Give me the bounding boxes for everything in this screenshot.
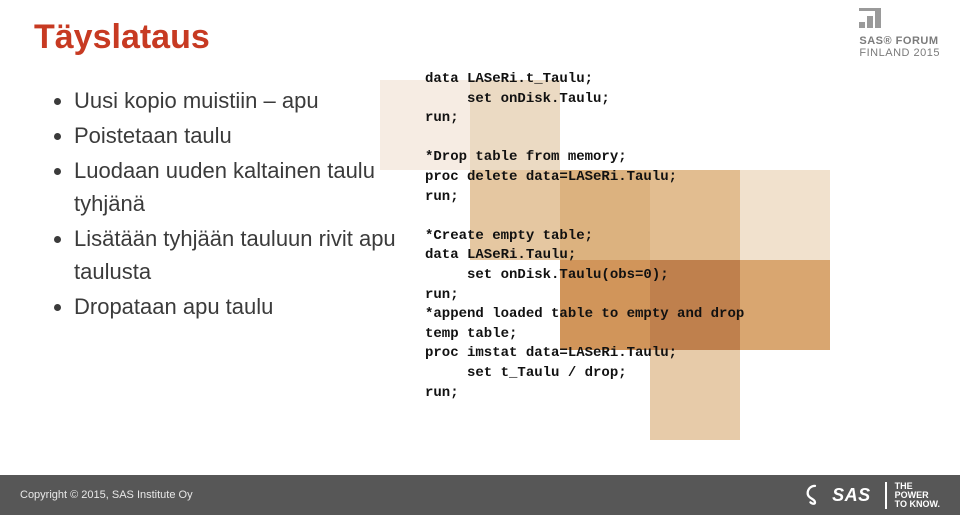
forum-line2: FINLAND 2015 bbox=[859, 47, 940, 59]
bullet-item: Poistetaan taulu bbox=[74, 119, 414, 152]
sas-logo: SAS bbox=[804, 484, 871, 506]
bullet-item: Dropataan apu taulu bbox=[74, 290, 414, 323]
sas-swoosh-icon bbox=[804, 484, 826, 506]
forum-mark-icon bbox=[859, 8, 885, 30]
footer-right: SAS THE POWER TO KNOW. bbox=[804, 482, 940, 509]
copyright-text: Copyright © 2015, SAS Institute Oy bbox=[20, 489, 193, 501]
slide-title: Täyslataus bbox=[34, 18, 210, 57]
bullet-list: Uusi kopio muistiin – apu Poistetaan tau… bbox=[54, 84, 414, 325]
bullet-item: Uusi kopio muistiin – apu bbox=[74, 84, 414, 117]
bullet-item: Lisätään tyhjään tauluun rivit apu taulu… bbox=[74, 222, 414, 288]
sas-text: SAS bbox=[832, 485, 871, 506]
code-block: data LASeRi.t_Taulu; set onDisk.Taulu; r… bbox=[425, 70, 935, 403]
tagline: THE POWER TO KNOW. bbox=[885, 482, 940, 509]
forum-logo: SAS® FORUM FINLAND 2015 bbox=[859, 8, 940, 59]
footer-bar: Copyright © 2015, SAS Institute Oy SAS T… bbox=[0, 475, 960, 515]
bullet-item: Luodaan uuden kaltainen taulu tyhjänä bbox=[74, 154, 414, 220]
forum-line1: SAS® FORUM bbox=[859, 35, 940, 47]
